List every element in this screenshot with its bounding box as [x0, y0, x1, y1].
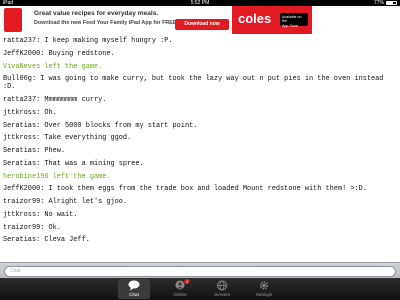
chat-message: ratta237: Mmmmmmmm curry.: [3, 96, 107, 104]
appstore-line1: Available on the: [282, 15, 302, 24]
appstore-line2: App Store: [282, 23, 298, 28]
chat-message: Bull06g: I was going to make curry, but …: [3, 75, 388, 92]
ad-subline: Download the new Feed Your Family iPad A…: [34, 20, 178, 26]
chat-message: JeffK2000: Buying redstone.: [3, 49, 115, 58]
app-store-badge[interactable]: Available on the App Store: [280, 13, 308, 28]
tab-online[interactable]: 2 Online: [164, 279, 196, 299]
chat-message: Seratias: Cleva Jeff.: [3, 236, 90, 245]
chat-message: VivaNeves left the game.: [3, 62, 103, 71]
ad-brand-area: coles Available on the App Store: [232, 6, 312, 34]
battery-icon: [386, 1, 397, 5]
chat-message: Seratias: Phew.: [3, 147, 66, 155]
chat-message: ratta237: I keep making myself hungry :P…: [3, 37, 173, 45]
tab-settings[interactable]: Settings: [248, 279, 280, 299]
tab-servers[interactable]: Servers: [206, 279, 238, 299]
chat-input[interactable]: Chat: [4, 266, 396, 277]
ad-headline: Great value recipes for everyday meals.: [34, 10, 159, 17]
chat-message: Seratias: That was a mining spree.: [3, 159, 144, 168]
gear-icon: [259, 281, 269, 290]
chat-message: traizor99: Ok.: [3, 223, 61, 232]
chat-bubble-icon: [128, 280, 140, 291]
tab-chat[interactable]: Chat: [118, 279, 150, 299]
chat-message: jttkross: No wait.: [3, 210, 78, 219]
chat-message: traizor99: Alright let's gjoo.: [3, 198, 128, 206]
online-count-badge: 2: [184, 279, 190, 284]
recipe-app-icon: [4, 8, 22, 32]
chat-message: jttkross: Oh.: [3, 108, 57, 117]
chat-message: jttkross: Take everything ggod.: [3, 134, 132, 143]
chat-log[interactable]: ratta237: I keep making myself hungry :P…: [0, 34, 400, 262]
download-now-button[interactable]: Download now: [175, 19, 229, 30]
tab-chat-label: Chat: [129, 292, 139, 297]
tab-servers-label: Servers: [214, 292, 230, 297]
chat-input-bar: Chat: [0, 262, 400, 278]
tab-online-label: Online: [173, 292, 187, 297]
chat-message: JeffK2000: I took them eggs from the tra…: [3, 185, 367, 194]
coles-logo: coles: [238, 11, 272, 26]
ad-banner[interactable]: Great value recipes for everyday meals. …: [0, 6, 400, 34]
chat-input-placeholder: Chat: [10, 268, 21, 274]
tab-settings-label: Settings: [255, 292, 273, 297]
chat-message: Seratias: Over 5000 blocks from my start…: [3, 121, 198, 130]
chat-message: herobine196 left the game.: [3, 172, 111, 181]
tab-bar: Chat 2 Online Servers Settings: [0, 278, 400, 300]
globe-icon: [217, 280, 227, 291]
